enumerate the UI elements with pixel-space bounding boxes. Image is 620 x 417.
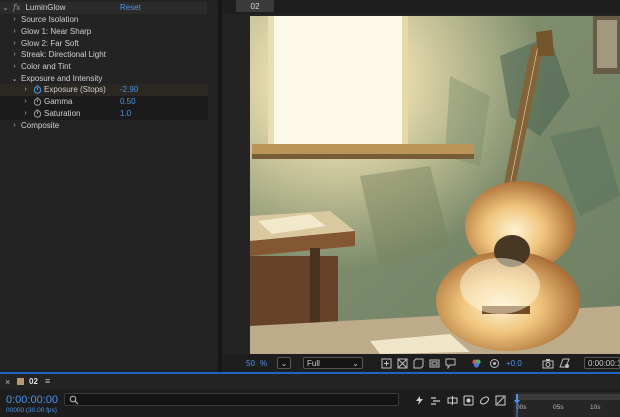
current-time-display[interactable]: 0:00:00:00 bbox=[6, 394, 58, 406]
painted-guitar-image bbox=[250, 16, 620, 354]
chart-icon[interactable] bbox=[495, 395, 506, 406]
param-gamma[interactable]: › Gamma 0.50 bbox=[0, 96, 208, 108]
group-glow-1[interactable]: › Glow 1: Near Sharp bbox=[0, 26, 218, 38]
comment-icon[interactable] bbox=[444, 357, 456, 369]
layer-search-input[interactable] bbox=[64, 393, 399, 406]
graph-editor-icon[interactable] bbox=[479, 395, 490, 406]
stopwatch-icon[interactable] bbox=[33, 109, 42, 118]
ruler-label: 10s bbox=[590, 404, 601, 411]
group-label: Exposure and Intensity bbox=[21, 74, 103, 84]
param-saturation[interactable]: › Saturation 1.0 bbox=[0, 108, 208, 120]
search-icon bbox=[69, 395, 79, 407]
viewer-tab-bar: 02 bbox=[222, 0, 620, 14]
param-label: Saturation bbox=[44, 109, 81, 119]
param-value-exposure[interactable]: -2.90 bbox=[120, 85, 138, 94]
param-exposure[interactable]: › Exposure (Stops) -2.90 bbox=[0, 84, 208, 96]
stopwatch-icon[interactable] bbox=[33, 85, 42, 94]
frame-blending-icon[interactable] bbox=[447, 395, 458, 406]
chevron-right-icon[interactable]: › bbox=[11, 49, 18, 60]
chevron-right-icon[interactable]: › bbox=[11, 26, 18, 37]
tab-comp-02[interactable]: 02 bbox=[236, 0, 274, 12]
param-value-gamma[interactable]: 0.50 bbox=[120, 97, 136, 106]
composition-canvas[interactable] bbox=[250, 16, 620, 354]
transparency-grid-icon[interactable] bbox=[396, 357, 408, 369]
group-streak[interactable]: › Streak: Directional Light bbox=[0, 49, 218, 61]
show-snapshot-icon[interactable] bbox=[558, 357, 570, 369]
fx-badge[interactable]: fx bbox=[13, 3, 20, 12]
exposure-value[interactable]: +0.0 bbox=[506, 357, 522, 369]
reset-button[interactable]: Reset bbox=[120, 3, 141, 12]
playhead[interactable] bbox=[514, 400, 520, 417]
frame-rate-info: 00000 (30.00 fps) bbox=[6, 407, 57, 414]
comp-color-swatch bbox=[17, 378, 24, 385]
group-composite[interactable]: › Composite bbox=[0, 120, 218, 132]
chevron-down-icon[interactable]: ⌄ bbox=[2, 2, 9, 13]
group-label: Glow 1: Near Sharp bbox=[21, 27, 92, 37]
viewer-toolbar: 50 % ⌄ Full ⌄ +0.0 0:00:00:1 bbox=[222, 354, 620, 372]
effect-name: LuminGlow bbox=[25, 3, 66, 13]
resolution-value: Full bbox=[307, 358, 320, 368]
effect-controls-panel: ⌄ fx LuminGlow Reset › Source Isolation … bbox=[0, 0, 218, 370]
chevron-right-icon[interactable]: › bbox=[22, 84, 29, 95]
color-management-icon[interactable] bbox=[488, 357, 500, 369]
tab-timeline-comp-02[interactable]: 02 bbox=[29, 377, 38, 386]
chevron-down-icon: ⌄ bbox=[352, 358, 359, 368]
param-value-saturation[interactable]: 1.0 bbox=[120, 109, 131, 118]
shy-layers-icon[interactable] bbox=[430, 395, 441, 406]
group-exposure-and-intensity[interactable]: ⌄ Exposure and Intensity bbox=[0, 73, 218, 85]
group-source-isolation[interactable]: › Source Isolation bbox=[0, 14, 218, 26]
timeline-tab-bar: × 02 ≡ bbox=[0, 374, 620, 390]
chevron-down-icon[interactable]: ⌄ bbox=[11, 73, 18, 84]
ruler-label: 05s bbox=[553, 404, 564, 411]
resolution-dropdown[interactable]: Full ⌄ bbox=[303, 357, 363, 369]
group-label: Composite bbox=[21, 121, 60, 131]
zoom-value[interactable]: 50 bbox=[246, 357, 255, 369]
camera-icon[interactable] bbox=[542, 357, 554, 369]
timeline-panel: × 02 ≡ 0:00:00:00 00000 (30.00 fps) 00s … bbox=[0, 372, 620, 417]
time-ruler[interactable]: 00s 05s 10s bbox=[513, 392, 620, 417]
motion-blur-icon[interactable] bbox=[463, 395, 474, 406]
work-area-bar[interactable] bbox=[516, 394, 620, 400]
chevron-down-icon: ⌄ bbox=[280, 358, 288, 368]
color-channels-icon[interactable] bbox=[470, 357, 482, 369]
chevron-right-icon[interactable]: › bbox=[11, 38, 18, 49]
chevron-right-icon[interactable]: › bbox=[22, 96, 29, 107]
group-glow-2[interactable]: › Glow 2: Far Soft bbox=[0, 38, 218, 50]
chevron-right-icon[interactable]: › bbox=[11, 61, 18, 72]
viewer-timecode[interactable]: 0:00:00:1 bbox=[584, 357, 620, 369]
group-label: Streak: Directional Light bbox=[21, 50, 106, 60]
effect-header-luminglow[interactable]: ⌄ fx LuminGlow Reset bbox=[0, 2, 207, 14]
chevron-right-icon[interactable]: › bbox=[11, 14, 18, 25]
close-icon[interactable]: × bbox=[5, 377, 10, 387]
group-color-and-tint[interactable]: › Color and Tint bbox=[0, 61, 218, 73]
group-label: Color and Tint bbox=[21, 62, 71, 72]
draft-3d-icon[interactable] bbox=[414, 395, 425, 406]
zoom-dropdown-button[interactable]: ⌄ bbox=[277, 357, 291, 369]
param-label: Exposure (Stops) bbox=[44, 85, 106, 95]
stopwatch-icon[interactable] bbox=[33, 97, 42, 106]
group-label: Source Isolation bbox=[21, 15, 79, 25]
composition-viewer: 02 50 % ⌄ Full ⌄ +0.0 0:00:00:1 bbox=[222, 0, 620, 372]
chevron-right-icon[interactable]: › bbox=[11, 120, 18, 131]
panel-menu-icon[interactable]: ≡ bbox=[45, 376, 50, 386]
group-label: Glow 2: Far Soft bbox=[21, 39, 79, 49]
zoom-unit: % bbox=[260, 358, 268, 368]
chevron-right-icon[interactable]: › bbox=[22, 108, 29, 119]
region-of-interest-icon[interactable] bbox=[380, 357, 392, 369]
mask-visibility-icon[interactable] bbox=[412, 357, 424, 369]
safe-margins-icon[interactable] bbox=[428, 357, 440, 369]
param-label: Gamma bbox=[44, 97, 73, 107]
